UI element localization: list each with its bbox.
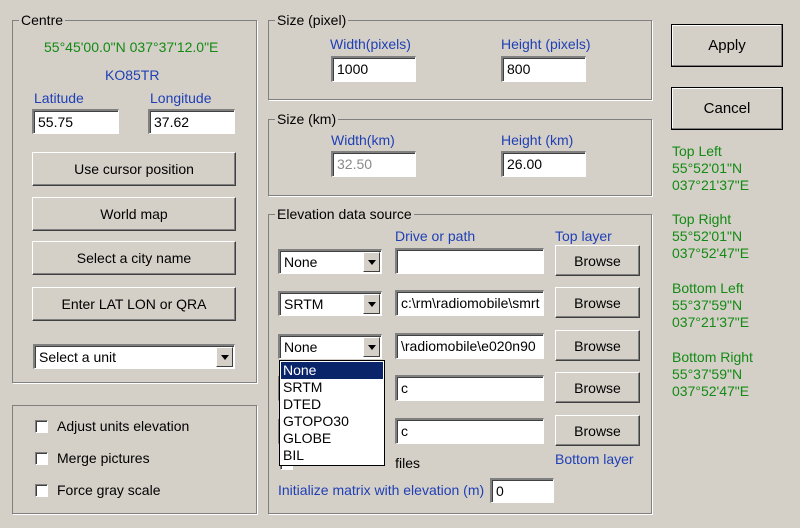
bottom-left-label: Bottom Left [672, 280, 744, 296]
bottom-right-lat: 55°37'59"N [672, 366, 743, 382]
browse-button-2[interactable]: Browse [555, 287, 640, 318]
latitude-label: Latitude [34, 90, 84, 106]
chevron-down-icon[interactable] [363, 294, 380, 314]
enter-lat-lon-qra-button[interactable]: Enter LAT LON or QRA [32, 287, 236, 321]
dropdown-option-srtm[interactable]: SRTM [281, 379, 383, 396]
elevation-path-input-1[interactable] [395, 248, 544, 274]
select-city-button[interactable]: Select a city name [32, 241, 236, 275]
size-km-legend: Size (km) [277, 111, 337, 127]
height-km-label: Height (km) [501, 132, 574, 148]
centre-legend: Centre [21, 12, 64, 28]
init-matrix-label: Initialize matrix with elevation (m) [278, 482, 485, 498]
dropdown-option-globe[interactable]: GLOBE [281, 430, 383, 447]
elevation-source-value-1: None [284, 254, 318, 270]
dropdown-option-gtopo30[interactable]: GTOPO30 [281, 413, 383, 430]
centre-qra: KO85TR [105, 67, 160, 83]
top-left-lat: 55°52'01"N [672, 160, 743, 176]
drive-or-path-label: Drive or path [395, 228, 476, 244]
elevation-legend: Elevation data source [277, 206, 412, 222]
merge-pictures-label: Merge pictures [57, 450, 150, 466]
size-pixel-group: Size (pixel) [268, 12, 652, 100]
size-km-group: Size (km) [268, 111, 652, 196]
bottom-right-lon: 037°52'47"E [672, 383, 750, 399]
longitude-label: Longitude [150, 90, 212, 106]
adjust-units-elevation-checkbox[interactable] [35, 420, 48, 433]
height-km-input[interactable]: 26.00 [501, 151, 586, 177]
browse-button-4[interactable]: Browse [555, 372, 640, 403]
height-pixels-input[interactable]: 800 [501, 56, 586, 82]
browse-button-5[interactable]: Browse [555, 415, 640, 446]
chevron-down-icon[interactable] [363, 337, 380, 357]
merge-pictures-checkbox[interactable] [35, 452, 48, 465]
elevation-source-select-3[interactable]: None [278, 334, 382, 359]
ignore-missing-files-text: files [395, 455, 420, 471]
apply-button[interactable]: Apply [671, 24, 783, 67]
dropdown-option-bil[interactable]: BIL [281, 447, 383, 464]
world-map-button[interactable]: World map [32, 197, 236, 231]
unit-select-value: Select a unit [39, 349, 117, 365]
elevation-source-value-2: SRTM [284, 296, 324, 312]
elevation-path-input-3[interactable]: \radiomobile\e020n90 [395, 333, 544, 359]
cancel-button[interactable]: Cancel [671, 87, 783, 130]
elevation-source-select-2[interactable]: SRTM [278, 291, 382, 316]
width-pixels-input[interactable]: 1000 [331, 56, 416, 82]
browse-button-1[interactable]: Browse [555, 245, 640, 276]
browse-button-3[interactable]: Browse [555, 330, 640, 361]
top-right-label: Top Right [672, 211, 732, 227]
chevron-down-icon[interactable] [363, 252, 380, 272]
width-km-input: 32.50 [331, 151, 416, 177]
top-right-lat: 55°52'01"N [672, 228, 743, 244]
dropdown-option-none[interactable]: None [281, 362, 383, 379]
elevation-source-dropdown[interactable]: None SRTM DTED GTOPO30 GLOBE BIL [279, 360, 385, 466]
latitude-input[interactable]: 55.75 [32, 109, 119, 134]
dropdown-option-dted[interactable]: DTED [281, 396, 383, 413]
elevation-path-input-5[interactable]: c [395, 418, 544, 444]
elevation-path-input-4[interactable]: c [395, 375, 544, 401]
width-km-label: Width(km) [331, 132, 395, 148]
bottom-layer-label: Bottom layer [555, 451, 634, 467]
top-right-lon: 037°52'47"E [672, 245, 750, 261]
force-gray-scale-label: Force gray scale [57, 482, 161, 498]
use-cursor-position-button[interactable]: Use cursor position [32, 152, 236, 186]
elevation-path-input-2[interactable]: c:\rm\radiomobile\smrt [395, 290, 544, 316]
size-pixel-legend: Size (pixel) [277, 12, 347, 28]
longitude-input[interactable]: 37.62 [148, 109, 235, 134]
init-matrix-input[interactable]: 0 [490, 478, 554, 503]
top-layer-label: Top layer [555, 228, 612, 244]
bottom-left-lon: 037°21'37"E [672, 314, 750, 330]
width-pixels-label: Width(pixels) [330, 36, 411, 52]
top-left-label: Top Left [672, 143, 722, 159]
elevation-source-select-1[interactable]: None [278, 249, 382, 274]
force-gray-scale-checkbox[interactable] [35, 484, 48, 497]
bottom-left-lat: 55°37'59"N [672, 297, 743, 313]
top-left-lon: 037°21'37"E [672, 177, 750, 193]
centre-coords: 55°45'00.0"N 037°37'12.0"E [44, 39, 219, 55]
unit-select[interactable]: Select a unit [33, 344, 235, 369]
elevation-source-value-3: None [284, 339, 318, 355]
adjust-units-elevation-label: Adjust units elevation [57, 418, 190, 434]
bottom-right-label: Bottom Right [672, 349, 753, 365]
height-pixels-label: Height (pixels) [501, 36, 591, 52]
chevron-down-icon[interactable] [216, 347, 233, 367]
